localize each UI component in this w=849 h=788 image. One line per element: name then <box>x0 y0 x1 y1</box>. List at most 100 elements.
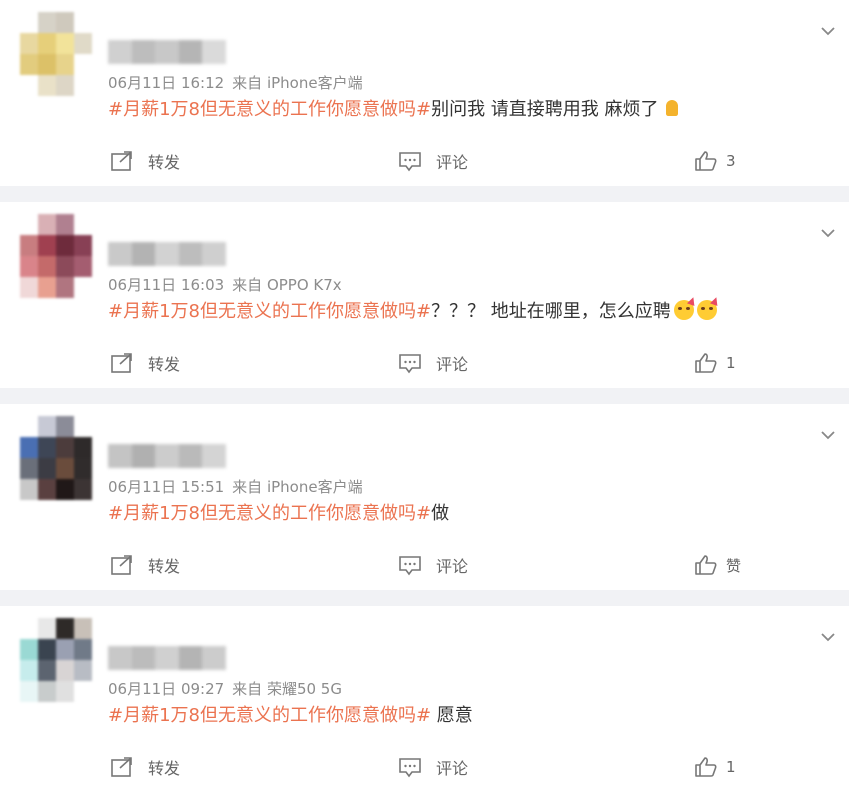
repost-button[interactable]: 转发 <box>110 348 180 378</box>
hashtag-link[interactable]: #月薪1万8但无意义的工作你愿意做吗# <box>108 503 431 524</box>
username-pixel <box>202 242 226 266</box>
post-time[interactable]: 06月11日 16:12 <box>108 74 224 92</box>
avatar-pixel <box>38 54 56 75</box>
avatar-pixel <box>74 33 92 54</box>
avatar-pixel <box>38 660 56 681</box>
repost-button[interactable]: 转发 <box>110 550 180 580</box>
avatar-pixel <box>20 33 38 54</box>
avatar-pixel <box>20 54 38 75</box>
avatar-pixel <box>74 681 92 702</box>
hashtag-link[interactable]: #月薪1万8但无意义的工作你愿意做吗# <box>108 705 431 726</box>
post-time[interactable]: 06月11日 15:51 <box>108 478 224 496</box>
username-blurred[interactable] <box>108 242 226 266</box>
post-text: ？？？ 地址在哪里，怎么应聘 <box>431 301 671 322</box>
avatar-pixel <box>20 214 38 235</box>
username-pixel <box>108 444 132 468</box>
avatar[interactable] <box>20 214 92 298</box>
like-button[interactable]: 1 <box>694 348 736 378</box>
avatar-pixel <box>56 54 74 75</box>
avatar-pixel <box>56 33 74 54</box>
username-blurred[interactable] <box>108 444 226 468</box>
username-pixel <box>131 646 156 670</box>
avatar-pixel <box>56 214 74 235</box>
avatar-pixel <box>74 75 92 96</box>
hashtag-link[interactable]: #月薪1万8但无意义的工作你愿意做吗# <box>108 301 431 322</box>
avatar-pixel <box>20 458 38 479</box>
avatar[interactable] <box>20 416 92 500</box>
like-button[interactable]: 1 <box>694 752 736 782</box>
comment-icon <box>399 354 421 374</box>
avatar-pixel <box>74 54 92 75</box>
avatar-pixel <box>56 458 74 479</box>
avatar-pixel <box>20 479 38 500</box>
chevron-down-icon[interactable] <box>821 24 835 38</box>
repost-label: 转发 <box>148 557 181 576</box>
folded-hands-icon <box>662 98 682 118</box>
repost-button[interactable]: 转发 <box>110 146 180 176</box>
like-button[interactable]: 3 <box>694 146 736 176</box>
avatar-pixel <box>20 660 38 681</box>
action-bar: 转发 评论 1 <box>0 752 849 782</box>
username-blurred[interactable] <box>108 646 226 670</box>
hashtag-link[interactable]: #月薪1万8但无意义的工作你愿意做吗# <box>108 99 431 120</box>
username-pixel <box>108 242 132 266</box>
avatar-pixel <box>38 416 56 437</box>
post-time[interactable]: 06月11日 16:03 <box>108 276 224 294</box>
like-button[interactable]: 赞 <box>694 550 741 580</box>
repost-label: 转发 <box>148 759 181 778</box>
comment-label: 评论 <box>436 153 469 172</box>
repost-icon <box>111 757 132 777</box>
username-pixel <box>202 40 226 64</box>
avatar-pixel <box>56 681 74 702</box>
post-text: 做 <box>431 503 450 524</box>
chevron-down-icon[interactable] <box>821 226 835 240</box>
avatar-pixel <box>74 277 92 298</box>
comment-button[interactable]: 评论 <box>398 146 468 176</box>
username-pixel <box>155 646 179 670</box>
post-card: 06月11日 15:51 来自 iPhone客户端 #月薪1万8但无意义的工作你愿… <box>0 404 849 590</box>
repost-button[interactable]: 转发 <box>110 752 180 782</box>
post-card: 06月11日 16:12 来自 iPhone客户端 #月薪1万8但无意义的工作你愿… <box>0 0 849 186</box>
post-source: 来自 iPhone客户端 <box>232 74 363 92</box>
avatar-pixel <box>56 437 74 458</box>
username-pixel <box>178 646 203 670</box>
username-pixel <box>155 242 179 266</box>
avatar-pixel <box>56 639 74 660</box>
avatar[interactable] <box>20 12 92 96</box>
avatar-pixel <box>56 12 74 33</box>
like-count: 3 <box>726 152 736 170</box>
avatar-pixel <box>38 479 56 500</box>
like-count: 1 <box>726 758 736 776</box>
post-meta: 06月11日 09:27 来自 荣耀50 5G <box>108 678 342 699</box>
avatar-pixel <box>74 256 92 277</box>
post-time[interactable]: 06月11日 09:27 <box>108 680 224 698</box>
party-face-icon <box>673 300 694 320</box>
avatar-pixel <box>38 277 56 298</box>
avatar-pixel <box>20 12 38 33</box>
comment-label: 评论 <box>436 355 469 374</box>
comment-button[interactable]: 评论 <box>398 752 468 782</box>
avatar-pixel <box>38 639 56 660</box>
username-blurred[interactable] <box>108 40 226 64</box>
repost-icon <box>111 555 132 575</box>
avatar-pixel <box>38 458 56 479</box>
avatar[interactable] <box>20 618 92 702</box>
avatar-pixel <box>38 681 56 702</box>
avatar-pixel <box>38 437 56 458</box>
username-pixel <box>108 646 132 670</box>
chevron-down-icon[interactable] <box>821 428 835 442</box>
avatar-pixel <box>38 256 56 277</box>
avatar-pixel <box>74 479 92 500</box>
comment-button[interactable]: 评论 <box>398 348 468 378</box>
avatar-pixel <box>38 618 56 639</box>
username-pixel <box>178 444 203 468</box>
avatar-pixel <box>38 235 56 256</box>
avatar-pixel <box>56 235 74 256</box>
avatar-pixel <box>74 639 92 660</box>
action-bar: 转发 评论 赞 <box>0 550 849 580</box>
repost-icon <box>111 353 132 373</box>
chevron-down-icon[interactable] <box>821 630 835 644</box>
avatar-pixel <box>56 416 74 437</box>
avatar-pixel <box>74 660 92 681</box>
comment-button[interactable]: 评论 <box>398 550 468 580</box>
